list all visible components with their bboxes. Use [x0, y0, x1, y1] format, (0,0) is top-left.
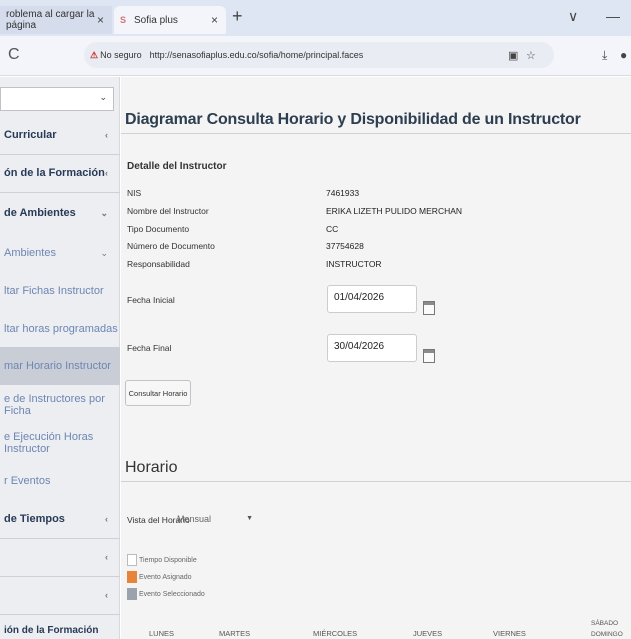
sofia-favicon-icon: S [120, 15, 127, 25]
responsibility-value: INSTRUCTOR [326, 259, 382, 269]
address-bar: C ⚠ No seguro http://senasofiaplus.edu.co… [0, 36, 631, 76]
sidebar-item-label: Ambientes [4, 247, 56, 259]
consult-schedule-button[interactable]: Consultar Horario [125, 380, 191, 406]
reload-icon[interactable]: C [8, 46, 20, 64]
browser-tab-sofia[interactable]: S Sofia plus × [114, 6, 226, 34]
document-number-value: 37754628 [326, 241, 364, 251]
sidebar-item-horario-instructor[interactable]: mar Horario Instructor [0, 347, 120, 385]
legend-swatch-selected [127, 588, 137, 600]
main-content: Diagramar Consulta Horario y Disponibili… [121, 77, 631, 639]
chevron-down-icon: ⌄ [100, 247, 108, 258]
sidebar-item-label: Curricular [4, 129, 57, 141]
not-secure-indicator[interactable]: ⚠ No seguro [90, 50, 142, 61]
browser-tab-bar: roblema al cargar la página × S Sofia pl… [0, 0, 631, 36]
sidebar-item-formacion-2[interactable]: ión de la Formación [0, 621, 120, 639]
sidebar-item-label: ón de la Formación [4, 167, 105, 179]
sidebar-item-formacion[interactable]: ón de la Formación ‹ [0, 155, 120, 191]
sidebar-item-ambientes-group[interactable]: de Ambientes ⌄ [0, 193, 120, 233]
nis-label: NIS [127, 188, 142, 198]
sidebar-item-horas-programadas[interactable]: ltar horas programadas [0, 311, 120, 347]
warning-icon: ⚠ [90, 49, 99, 60]
sidebar-item-curricular[interactable]: Curricular ‹ [0, 117, 120, 153]
legend-assigned-label: Evento Asignado [139, 574, 192, 581]
end-date-label: Fecha Final [127, 343, 172, 353]
instructor-name-label: Nombre del Instructor [127, 206, 209, 216]
divider [121, 481, 631, 482]
sidebar-item-label: ltar Fichas Instructor [4, 285, 104, 297]
chevron-left-icon: ‹ [105, 130, 108, 140]
sidebar-item-label: de Ambientes [4, 207, 76, 219]
sidebar-item-label: ión de la Formación [4, 624, 99, 636]
sidebar-item-ambientes[interactable]: Ambientes ⌄ [0, 235, 120, 271]
sidebar-role-select[interactable]: ⌄ [0, 87, 114, 111]
sidebar-item-ejecucion-horas[interactable]: e Ejecución Horas Instructor [0, 425, 120, 461]
sidebar-item-label: ltar horas programadas [4, 323, 118, 335]
sidebar-item-fichas-instructor[interactable]: ltar Fichas Instructor [0, 273, 120, 309]
legend-selected-label: Evento Seleccionado [139, 591, 205, 598]
legend-swatch-available [127, 554, 137, 566]
minimize-button[interactable]: — [606, 8, 620, 24]
sidebar-item-label: mar Horario Instructor [4, 360, 111, 372]
end-date-field[interactable]: 30/04/2026 [327, 334, 417, 362]
legend-available-label: Tiempo Disponible [139, 557, 197, 564]
tab-search-icon[interactable]: ∨ [568, 8, 578, 25]
nis-value: 7461933 [326, 188, 360, 198]
day-header-thursday: JUEVES [413, 629, 443, 638]
day-header-saturday: SÁBADO [591, 620, 619, 627]
document-type-value: CC [326, 224, 339, 234]
sidebar-item-label: e Ejecución Horas Instructor [4, 431, 94, 455]
schedule-section-title: Horario [125, 459, 178, 476]
sidebar-item-label: r Eventos [4, 475, 51, 487]
new-tab-button[interactable]: + [232, 6, 243, 27]
page-title: Diagramar Consulta Horario y Disponibili… [125, 111, 581, 128]
download-icon[interactable]: ⤓ [602, 48, 607, 63]
sidebar-item-label: de Tiempos [4, 513, 65, 525]
day-header-tuesday: MARTES [219, 629, 251, 638]
start-date-label: Fecha Inicial [127, 295, 175, 305]
view-select-value: Mensual [177, 514, 212, 524]
instructor-name-value: ERIKA LIZETH PULIDO MERCHAN [326, 206, 463, 216]
day-header-wednesday: MIÉRCOLES [313, 629, 358, 638]
chevron-left-icon: ‹ [105, 168, 108, 178]
calendar-icon[interactable] [423, 301, 435, 315]
day-header-monday: LUNES [149, 629, 175, 638]
responsibility-label: Responsabilidad [127, 259, 190, 269]
bookmark-star-icon[interactable]: ☆ [526, 49, 536, 62]
close-tab-icon[interactable]: × [211, 13, 218, 27]
url-field[interactable]: ⚠ No seguro http://senasofiaplus.edu.co/s… [84, 42, 554, 68]
browser-tab-error[interactable]: roblema al cargar la página × [0, 6, 112, 34]
profile-icon[interactable]: ● [620, 48, 627, 62]
document-number-label: Número de Documento [127, 241, 215, 251]
sidebar-item-collapsed[interactable]: ‹ [0, 577, 120, 613]
divider [0, 614, 120, 615]
sidebar-item-label: e de Instructores por Ficha [4, 393, 105, 417]
chevron-left-icon: ‹ [105, 552, 108, 562]
day-header-friday: VIERNES [493, 629, 526, 638]
sidebar: ⌄ Curricular ‹ ón de la Formación ‹ de Amb… [0, 77, 120, 639]
divider [121, 133, 631, 134]
url-text: http://senasofiaplus.edu.co/sofia/home/p… [149, 50, 364, 60]
chevron-left-icon: ‹ [105, 590, 108, 600]
view-select[interactable]: Mensual ▼ [175, 509, 255, 531]
sidebar-item-instructores-ficha[interactable]: e de Instructores por Ficha [0, 387, 120, 423]
chevron-down-icon: ⌄ [100, 207, 108, 218]
not-secure-label: No seguro [100, 49, 142, 60]
start-date-field[interactable]: 01/04/2026 [327, 285, 417, 313]
section-title: Detalle del Instructor [127, 161, 227, 172]
day-header-sunday: DOMINGO [591, 631, 623, 638]
sidebar-item-collapsed[interactable]: ‹ [0, 539, 120, 575]
reader-mode-icon[interactable]: ▣ [508, 49, 518, 62]
document-type-label: Tipo Documento [127, 224, 190, 234]
sidebar-item-tiempos[interactable]: de Tiempos ‹ [0, 501, 120, 537]
tab-label: Sofia plus [134, 14, 178, 26]
chevron-down-icon: ⌄ [99, 92, 107, 102]
close-tab-icon[interactable]: × [97, 13, 104, 27]
chevron-down-icon: ▼ [246, 515, 253, 522]
legend-swatch-assigned [127, 571, 137, 583]
sidebar-item-eventos[interactable]: r Eventos [0, 463, 120, 499]
calendar-icon[interactable] [423, 349, 435, 363]
chevron-left-icon: ‹ [105, 514, 108, 524]
